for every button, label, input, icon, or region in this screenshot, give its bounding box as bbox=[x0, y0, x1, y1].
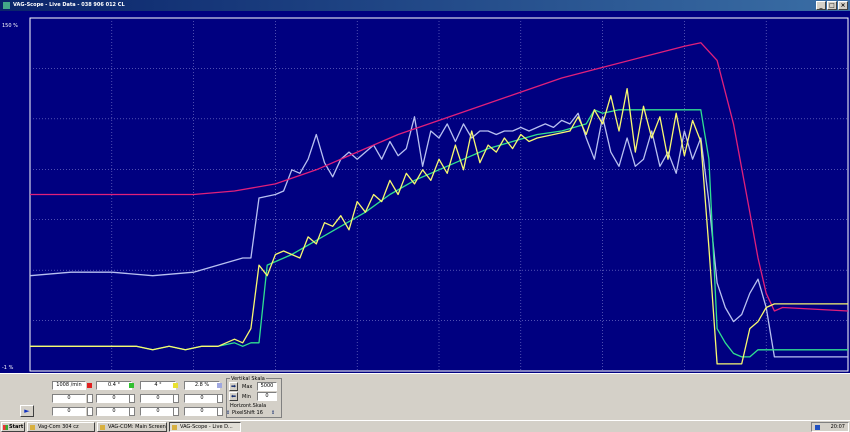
task-label: VAG-COM: Main Screen bbox=[108, 424, 166, 430]
task-label: VAG-Scope - Live D... bbox=[180, 424, 233, 430]
min-input[interactable]: 0 bbox=[257, 392, 277, 401]
channel4-value-field: 2.8 % bbox=[184, 381, 220, 390]
hscale-spin-icon[interactable]: ⇕ bbox=[226, 410, 230, 416]
folder-icon bbox=[30, 425, 35, 430]
row3-field-3[interactable]: 0 bbox=[140, 407, 176, 416]
task-vag-scope[interactable]: VAG-Scope - Live D... bbox=[169, 422, 241, 432]
window-buttons: _ □ × bbox=[816, 1, 848, 10]
row3-field-2[interactable]: 0 bbox=[96, 407, 132, 416]
scope-plot[interactable]: 150 % -1 % bbox=[0, 11, 850, 373]
tray-icon[interactable] bbox=[815, 425, 820, 430]
row3-field-4[interactable]: 0 bbox=[184, 407, 220, 416]
max-input[interactable]: 5000 bbox=[257, 382, 277, 391]
row2-field-1[interactable]: 0 bbox=[52, 394, 86, 403]
channel4-color-swatch[interactable] bbox=[217, 383, 222, 388]
y-bottom-label: -1 % bbox=[2, 365, 14, 371]
plot-background bbox=[0, 11, 850, 373]
channel3-color-swatch[interactable] bbox=[173, 383, 178, 388]
task-vag-com-main[interactable]: VAG-COM: Main Screen bbox=[97, 422, 167, 432]
taskbar: Start Vag-Com 304 cz VAG-COM: Main Scree… bbox=[0, 420, 850, 432]
maximize-button[interactable]: □ bbox=[827, 1, 837, 10]
hscale-spin-right-icon[interactable]: ⇕ bbox=[271, 410, 275, 416]
scope-chart bbox=[0, 11, 850, 373]
scale-up-arrow-icon[interactable]: ➡ bbox=[229, 382, 238, 391]
row2-field-3[interactable]: 0 bbox=[140, 394, 176, 403]
row3-checkbox-2[interactable] bbox=[129, 407, 135, 416]
row3-checkbox-3[interactable] bbox=[173, 407, 179, 416]
app-icon bbox=[3, 2, 10, 9]
windows-flag-icon bbox=[3, 425, 8, 430]
row2-field-4[interactable]: 0 bbox=[184, 394, 220, 403]
row2-checkbox-4[interactable] bbox=[217, 394, 223, 403]
channel3-value-field: 4 ° bbox=[140, 381, 176, 390]
row2-field-2[interactable]: 0 bbox=[96, 394, 132, 403]
horizontal-scale-value: PixelShift 16 bbox=[232, 410, 263, 416]
horizontal-scale-title: Horizont.Skala bbox=[230, 403, 267, 409]
control-panel: 1008 /min 0.4 ° 4 ° 2.8 % 0 0 0 0 0 0 0 … bbox=[0, 373, 850, 420]
start-button[interactable]: Start bbox=[1, 422, 25, 432]
max-label: Max bbox=[242, 384, 253, 390]
close-button[interactable]: × bbox=[838, 1, 848, 10]
app-icon bbox=[100, 425, 105, 430]
row2-checkbox-1[interactable] bbox=[87, 394, 93, 403]
row3-checkbox-1[interactable] bbox=[87, 407, 93, 416]
rpm-color-swatch[interactable] bbox=[87, 383, 92, 388]
row2-checkbox-2[interactable] bbox=[129, 394, 135, 403]
system-tray: 20:07 bbox=[811, 422, 849, 432]
row3-checkbox-4[interactable] bbox=[217, 407, 223, 416]
scope-icon bbox=[172, 425, 177, 430]
window-title: VAG-Scope - Live Data - 038 906 012 CL bbox=[13, 2, 125, 8]
row2-checkbox-3[interactable] bbox=[173, 394, 179, 403]
row3-field-1[interactable]: 0 bbox=[52, 407, 86, 416]
task-vag-com-cz[interactable]: Vag-Com 304 cz bbox=[27, 422, 95, 432]
task-label: Vag-Com 304 cz bbox=[38, 424, 79, 430]
start-label: Start bbox=[9, 424, 24, 430]
min-label: Min bbox=[242, 394, 251, 400]
vag-scope-window: VAG-Scope - Live Data - 038 906 012 CL _… bbox=[0, 0, 850, 420]
scale-down-arrow-icon[interactable]: ⬅ bbox=[229, 392, 238, 401]
channel2-color-swatch[interactable] bbox=[129, 383, 134, 388]
rpm-value-field: 1008 /min bbox=[52, 381, 86, 390]
minimize-button[interactable]: _ bbox=[816, 1, 826, 10]
play-button[interactable]: ► bbox=[20, 405, 34, 417]
clock: 20:07 bbox=[830, 424, 845, 430]
title-bar[interactable]: VAG-Scope - Live Data - 038 906 012 CL _… bbox=[0, 0, 850, 11]
channel2-value-field: 0.4 ° bbox=[96, 381, 132, 390]
y-top-label: 150 % bbox=[2, 23, 18, 29]
